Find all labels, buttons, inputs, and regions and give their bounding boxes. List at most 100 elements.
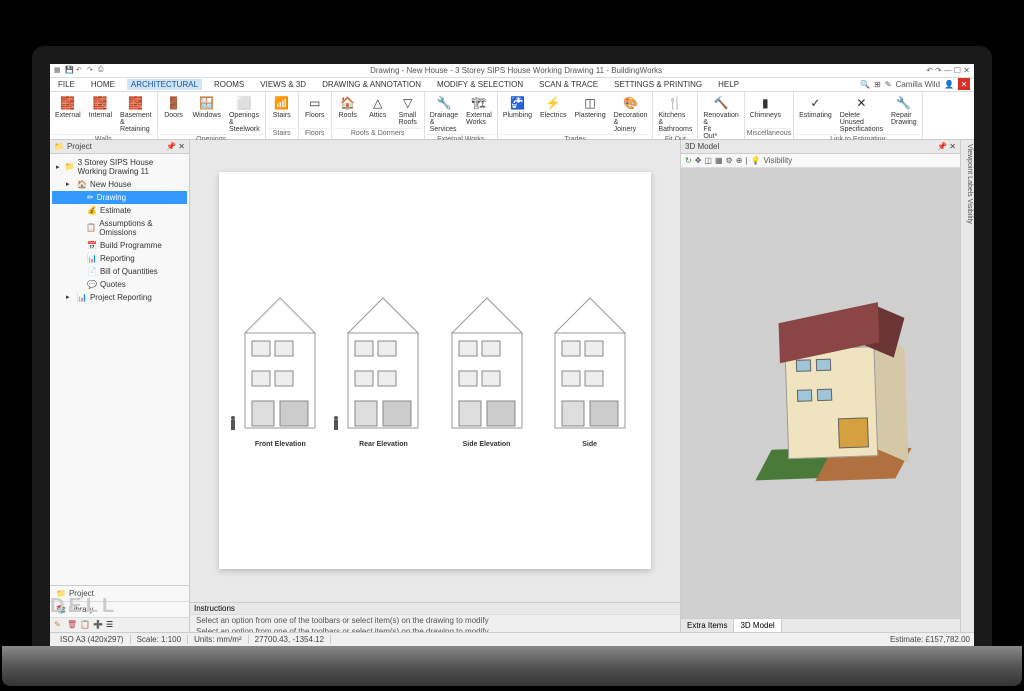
ribbon-button-basement-retaining[interactable]: 🧱Basement&Retaining [117, 94, 155, 134]
menu-home[interactable]: HOME [87, 79, 119, 90]
ribbon-button-renovation-fit-out-[interactable]: 🔨Renovation&FitOut* [700, 94, 741, 141]
zoom-icon[interactable]: ⊞ [874, 80, 881, 89]
ribbon-button-drainage-services[interactable]: 🔧Drainage&Services [427, 94, 461, 134]
visibility-label[interactable]: Visibility [763, 156, 792, 165]
ribbon-button-plastering[interactable]: ◫Plastering [571, 94, 608, 134]
drawing-canvas[interactable]: Front Elevation Rear Elevation [190, 140, 680, 602]
tree-item[interactable]: ▸🏠New House [52, 178, 187, 191]
menu-architectural[interactable]: ARCHITECTURAL [127, 79, 202, 90]
tree-item[interactable]: 📊Reporting [52, 252, 187, 265]
ribbon-group: 🧱External🧱Internal🧱Basement&RetainingWal… [50, 92, 158, 139]
menu-settings[interactable]: SETTINGS & PRINTING [610, 79, 706, 90]
panel-pin-icon[interactable]: 📌 ✕ [937, 142, 956, 151]
user-icon[interactable]: 👤 [944, 80, 954, 89]
instruction-line: Select an option from one of the toolbar… [190, 615, 680, 626]
panel-pin-icon[interactable]: 📌 ✕ [166, 142, 185, 151]
ribbon-group: 📶StairsStairs [266, 92, 299, 139]
user-name: Camilla Wild [896, 80, 940, 89]
delete-icon[interactable]: 🗑 [67, 620, 77, 630]
quick-access-toolbar[interactable]: ▦ 💾 ↶ ↷ ⎙ [54, 66, 106, 74]
ribbon-button-repair-drawing[interactable]: 🔧RepairDrawing [888, 94, 920, 134]
menu-modify[interactable]: MODIFY & SELECTION [433, 79, 527, 90]
ribbon-group: ✓Estimating✕DeleteUnusedSpecifications🔧R… [794, 92, 923, 139]
gear-icon[interactable]: ⊕ [736, 156, 743, 165]
ribbon-button-attics[interactable]: △Attics [364, 94, 392, 128]
gear-icon[interactable]: ⚙ [726, 156, 733, 165]
menu-file[interactable]: FILE [54, 79, 79, 90]
menu-scan[interactable]: SCAN & TRACE [535, 79, 602, 90]
tree-item[interactable]: ▸📁3 Storey SIPS House Working Drawing 11 [52, 156, 187, 178]
side-tabs[interactable]: Viewpoint Labels Visibility [960, 140, 974, 632]
ribbon-button-openings-steelwork[interactable]: ⬜Openings&Steelwork [226, 94, 263, 134]
ribbon-button-chimneys[interactable]: ▮Chimneys [747, 94, 784, 128]
tree-item[interactable]: 💰Estimate [52, 204, 187, 217]
status-units: Units: mm/m² [188, 635, 249, 644]
menu-drawing[interactable]: DRAWING & ANNOTATION [318, 79, 425, 90]
tree-item[interactable]: 💬Quotes [52, 278, 187, 291]
tree-item[interactable]: 📅Build Programme [52, 239, 187, 252]
save-icon[interactable]: 💾 [65, 66, 73, 74]
undo-icon[interactable]: ↶ [76, 66, 84, 74]
nav-icon[interactable]: ✥ [695, 156, 702, 165]
ribbon-button-floors[interactable]: ▭Floors [301, 94, 329, 128]
ribbon-group: 🔧Drainage&Services🏗ExternalWorksExternal… [425, 92, 498, 139]
ribbon-group-label: Miscellaneous [747, 128, 791, 137]
ribbon-group: 🍴Kitchens&BathroomsFit Out [653, 92, 698, 139]
ribbon-group: ▮ChimneysMiscellaneous [745, 92, 794, 139]
ribbon-button-roofs[interactable]: 🏠Roofs [334, 94, 362, 128]
tree-item[interactable]: ▸📊Project Reporting [52, 291, 187, 304]
ribbon-group: 🚰Plumbing⚡Electrics◫Plastering🎨Decoratio… [498, 92, 654, 139]
drawing-sheet: Front Elevation Rear Elevation [219, 172, 651, 570]
ribbon-button-windows[interactable]: 🪟Windows [190, 94, 224, 134]
close-button[interactable]: ✕ [958, 78, 970, 90]
ribbon-button-plumbing[interactable]: 🚰Plumbing [500, 94, 535, 134]
status-coords: 27700.43, -1354.12 [249, 635, 331, 644]
cube-icon[interactable]: ◫ [704, 156, 712, 165]
undo-icon[interactable]: ↶ [926, 66, 933, 75]
project-panel-header: 📁 Project 📌 ✕ [50, 140, 189, 154]
redo-icon[interactable]: ↷ [87, 66, 95, 74]
model-viewport[interactable] [681, 168, 960, 618]
tree-item[interactable]: ✏Drawing [52, 191, 187, 204]
menu-views[interactable]: VIEWS & 3D [256, 79, 310, 90]
refresh-icon[interactable]: ↻ [685, 156, 692, 165]
window-controls[interactable]: — ☐ ✕ [944, 66, 970, 75]
ribbon-group: 🚪Doors🪟Windows⬜Openings&SteelworkOpening… [158, 92, 266, 139]
ribbon-button-doors[interactable]: 🚪Doors [160, 94, 188, 134]
project-tree[interactable]: ▸📁3 Storey SIPS House Working Drawing 11… [50, 154, 189, 585]
tab-extra-items[interactable]: Extra Items [681, 619, 734, 632]
ribbon-button-external[interactable]: 🧱External [52, 94, 84, 134]
ribbon-button-estimating[interactable]: ✓Estimating [796, 94, 835, 134]
ribbon-button-internal[interactable]: 🧱Internal [86, 94, 115, 134]
ribbon-button-stairs[interactable]: 📶Stairs [268, 94, 296, 128]
ribbon-button-small-roofs[interactable]: ▽SmallRoofs [394, 94, 422, 128]
ribbon-button-decoration-joinery[interactable]: 🎨Decoration&Joinery [611, 94, 651, 134]
print-icon[interactable]: ⎙ [98, 66, 106, 74]
list-icon[interactable]: ☰ [106, 620, 116, 630]
cube-icon[interactable]: ▦ [715, 156, 723, 165]
copy-icon[interactable]: 📋 [80, 620, 90, 630]
ribbon-button-delete-unused-specifications[interactable]: ✕DeleteUnusedSpecifications [837, 94, 886, 134]
ribbon-button-kitchens-bathrooms[interactable]: 🍴Kitchens&Bathrooms [655, 94, 695, 134]
project-sidebar: 📁 Project 📌 ✕ ▸📁3 Storey SIPS House Work… [50, 140, 190, 632]
ribbon-group-label: Roofs & Dormers [334, 128, 422, 137]
elevation: Side [550, 293, 630, 448]
menu-help[interactable]: HELP [714, 79, 743, 90]
elevation: Front Elevation [240, 293, 320, 448]
tool-icon[interactable]: ✎ [885, 80, 892, 89]
statusbar: ISO A3 (420x297) Scale: 1:100 Units: mm/… [50, 632, 974, 646]
ribbon-group: ▭FloorsFloors [299, 92, 332, 139]
tree-item[interactable]: 📋Assumptions & Omissions [52, 217, 187, 239]
redo-icon[interactable]: ↷ [935, 66, 942, 75]
status-paper: ISO A3 (420x297) [54, 635, 131, 644]
menubar: FILE HOME ARCHITECTURAL ROOMS VIEWS & 3D… [50, 78, 974, 92]
tab-3d-model[interactable]: 3D Model [734, 619, 781, 632]
add-icon[interactable]: ➕ [93, 620, 103, 630]
ribbon-button-electrics[interactable]: ⚡Electrics [537, 94, 569, 134]
lightbulb-icon[interactable]: 💡 [750, 156, 760, 165]
edit-icon[interactable]: ✎ [54, 620, 64, 630]
ribbon-button-external-works[interactable]: 🏗ExternalWorks [463, 94, 495, 134]
menu-rooms[interactable]: ROOMS [210, 79, 248, 90]
search-icon[interactable]: 🔍 [860, 80, 870, 89]
tree-item[interactable]: 📄Bill of Quantities [52, 265, 187, 278]
